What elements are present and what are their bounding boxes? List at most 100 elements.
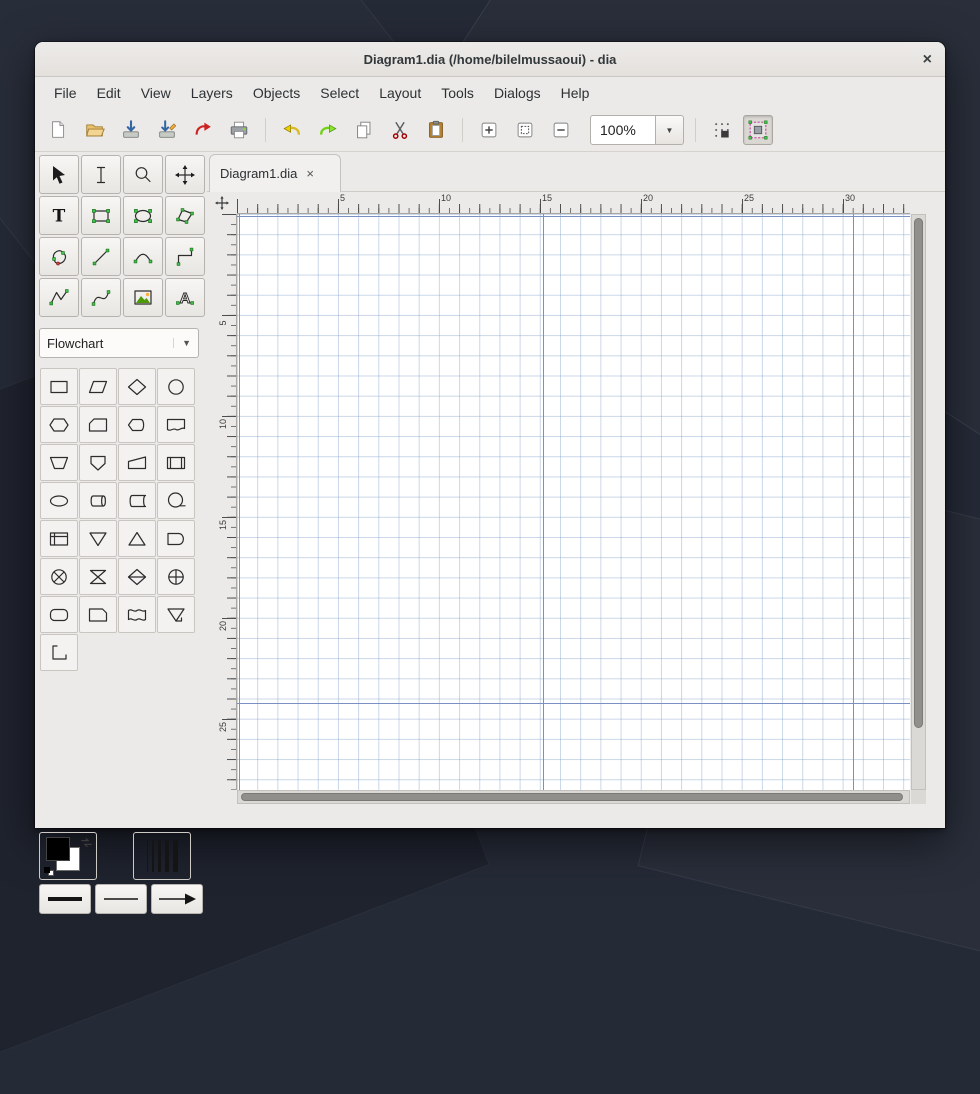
window-close-button[interactable]: × xyxy=(923,42,932,77)
menu-help[interactable]: Help xyxy=(551,80,600,106)
shape-delay[interactable] xyxy=(157,520,195,557)
shape-input-output[interactable] xyxy=(79,368,117,405)
toggle-grid-button[interactable] xyxy=(707,115,737,145)
open-folder-icon xyxy=(84,119,106,141)
shape-punched-card[interactable] xyxy=(79,406,117,443)
default-colors-icon[interactable] xyxy=(44,867,55,876)
duplicate-button[interactable] xyxy=(349,115,379,145)
tool-polyline[interactable] xyxy=(39,278,79,317)
tool-modify[interactable] xyxy=(39,155,79,194)
line-width-option[interactable] xyxy=(165,840,169,872)
shape-display[interactable] xyxy=(118,406,156,443)
menu-objects[interactable]: Objects xyxy=(243,80,310,106)
snap-to-objects-button[interactable] xyxy=(743,115,773,145)
line-width-option[interactable] xyxy=(152,840,154,872)
best-fit-button[interactable] xyxy=(510,115,540,145)
diagram-tab[interactable]: Diagram1.dia × xyxy=(209,154,341,192)
color-selector[interactable] xyxy=(39,832,97,880)
shape-manual-operation[interactable] xyxy=(40,444,78,481)
new-diagram-button[interactable] xyxy=(44,115,74,145)
shape-off-page-connector[interactable] xyxy=(79,444,117,481)
menu-tools[interactable]: Tools xyxy=(431,80,484,106)
save-diagram-as-button[interactable] xyxy=(152,115,182,145)
tool-bezierline[interactable] xyxy=(81,278,121,317)
shape-terminal[interactable] xyxy=(40,482,78,519)
tool-text[interactable]: T xyxy=(39,196,79,235)
shape-summing-junction[interactable] xyxy=(40,558,78,595)
tool-ellipse[interactable] xyxy=(123,196,163,235)
paste-button[interactable] xyxy=(421,115,451,145)
save-icon xyxy=(120,119,142,141)
tool-scroll[interactable] xyxy=(165,155,205,194)
diagram-canvas[interactable] xyxy=(237,214,910,790)
tool-beziergon[interactable] xyxy=(39,237,79,276)
print-diagram-button[interactable] xyxy=(224,115,254,145)
foreground-color-swatch[interactable] xyxy=(46,837,70,861)
shape-internal-storage[interactable] xyxy=(40,520,78,557)
sheet-selector[interactable]: Flowchart ▼ xyxy=(39,328,199,358)
tab-close-icon[interactable]: × xyxy=(306,166,314,181)
shape-decision[interactable] xyxy=(118,368,156,405)
shape-preparation[interactable] xyxy=(40,406,78,443)
vertical-scrollbar[interactable] xyxy=(911,214,926,790)
tool-magnify[interactable] xyxy=(123,155,163,194)
shape-extract[interactable] xyxy=(118,520,156,557)
line-width-option[interactable] xyxy=(158,840,161,872)
zoom-level-input[interactable]: 100% xyxy=(590,115,656,145)
shape-card[interactable] xyxy=(79,596,117,633)
swap-colors-icon[interactable] xyxy=(80,836,93,849)
menu-edit[interactable]: Edit xyxy=(87,80,131,106)
line-width-option[interactable] xyxy=(173,840,178,872)
tool-outline[interactable]: A xyxy=(165,278,205,317)
vertical-scrollbar-thumb[interactable] xyxy=(914,218,923,728)
zoom-out-button[interactable] xyxy=(546,115,576,145)
cut-button[interactable] xyxy=(385,115,415,145)
menu-view[interactable]: View xyxy=(131,80,181,106)
shape-predefined-process[interactable] xyxy=(157,444,195,481)
tool-line[interactable] xyxy=(81,237,121,276)
line-width-selector[interactable] xyxy=(133,832,191,880)
shape-sort[interactable] xyxy=(118,558,156,595)
tool-arc[interactable] xyxy=(123,237,163,276)
zoom-dropdown-button[interactable]: ▼ xyxy=(656,115,684,145)
tool-image[interactable] xyxy=(123,278,163,317)
shape-transmittal-tape[interactable] xyxy=(157,596,195,633)
shape-punched-tape[interactable] xyxy=(118,596,156,633)
menu-layers[interactable]: Layers xyxy=(181,80,243,106)
zoom-fit-icon xyxy=(514,119,536,141)
shape-connector[interactable] xyxy=(157,368,195,405)
titlebar[interactable]: Diagram1.dia (/home/bilelmussaoui) - dia… xyxy=(35,42,945,77)
menu-file[interactable]: File xyxy=(44,80,87,106)
line-style-button[interactable] xyxy=(95,884,147,914)
shape-merge[interactable] xyxy=(79,520,117,557)
tool-box[interactable] xyxy=(81,196,121,235)
line-width-option[interactable] xyxy=(147,840,148,872)
shape-offline-storage[interactable] xyxy=(40,634,78,671)
open-diagram-button[interactable] xyxy=(80,115,110,145)
shape-document[interactable] xyxy=(157,406,195,443)
diamond-icon xyxy=(125,375,149,399)
tool-zigzagline[interactable] xyxy=(165,237,205,276)
horizontal-scrollbar-thumb[interactable] xyxy=(241,793,903,801)
horizontal-scrollbar[interactable] xyxy=(237,790,910,804)
shape-alternate-process[interactable] xyxy=(40,596,78,633)
end-arrow-style-button[interactable] xyxy=(151,884,203,914)
shape-manual-input[interactable] xyxy=(118,444,156,481)
tool-polygon[interactable] xyxy=(165,196,205,235)
menu-dialogs[interactable]: Dialogs xyxy=(484,80,551,106)
shape-process[interactable] xyxy=(40,368,78,405)
shape-magnetic-tape[interactable] xyxy=(157,482,195,519)
shape-magnetic-drum[interactable] xyxy=(79,482,117,519)
undo-button[interactable] xyxy=(277,115,307,145)
zoom-in-button[interactable] xyxy=(474,115,504,145)
export-diagram-button[interactable] xyxy=(188,115,218,145)
redo-button[interactable] xyxy=(313,115,343,145)
menu-select[interactable]: Select xyxy=(310,80,369,106)
menu-layout[interactable]: Layout xyxy=(369,80,431,106)
shape-or[interactable] xyxy=(157,558,195,595)
shape-collate[interactable] xyxy=(79,558,117,595)
shape-stored-data[interactable] xyxy=(118,482,156,519)
begin-arrow-style-button[interactable] xyxy=(39,884,91,914)
save-diagram-button[interactable] xyxy=(116,115,146,145)
tool-text-edit[interactable] xyxy=(81,155,121,194)
